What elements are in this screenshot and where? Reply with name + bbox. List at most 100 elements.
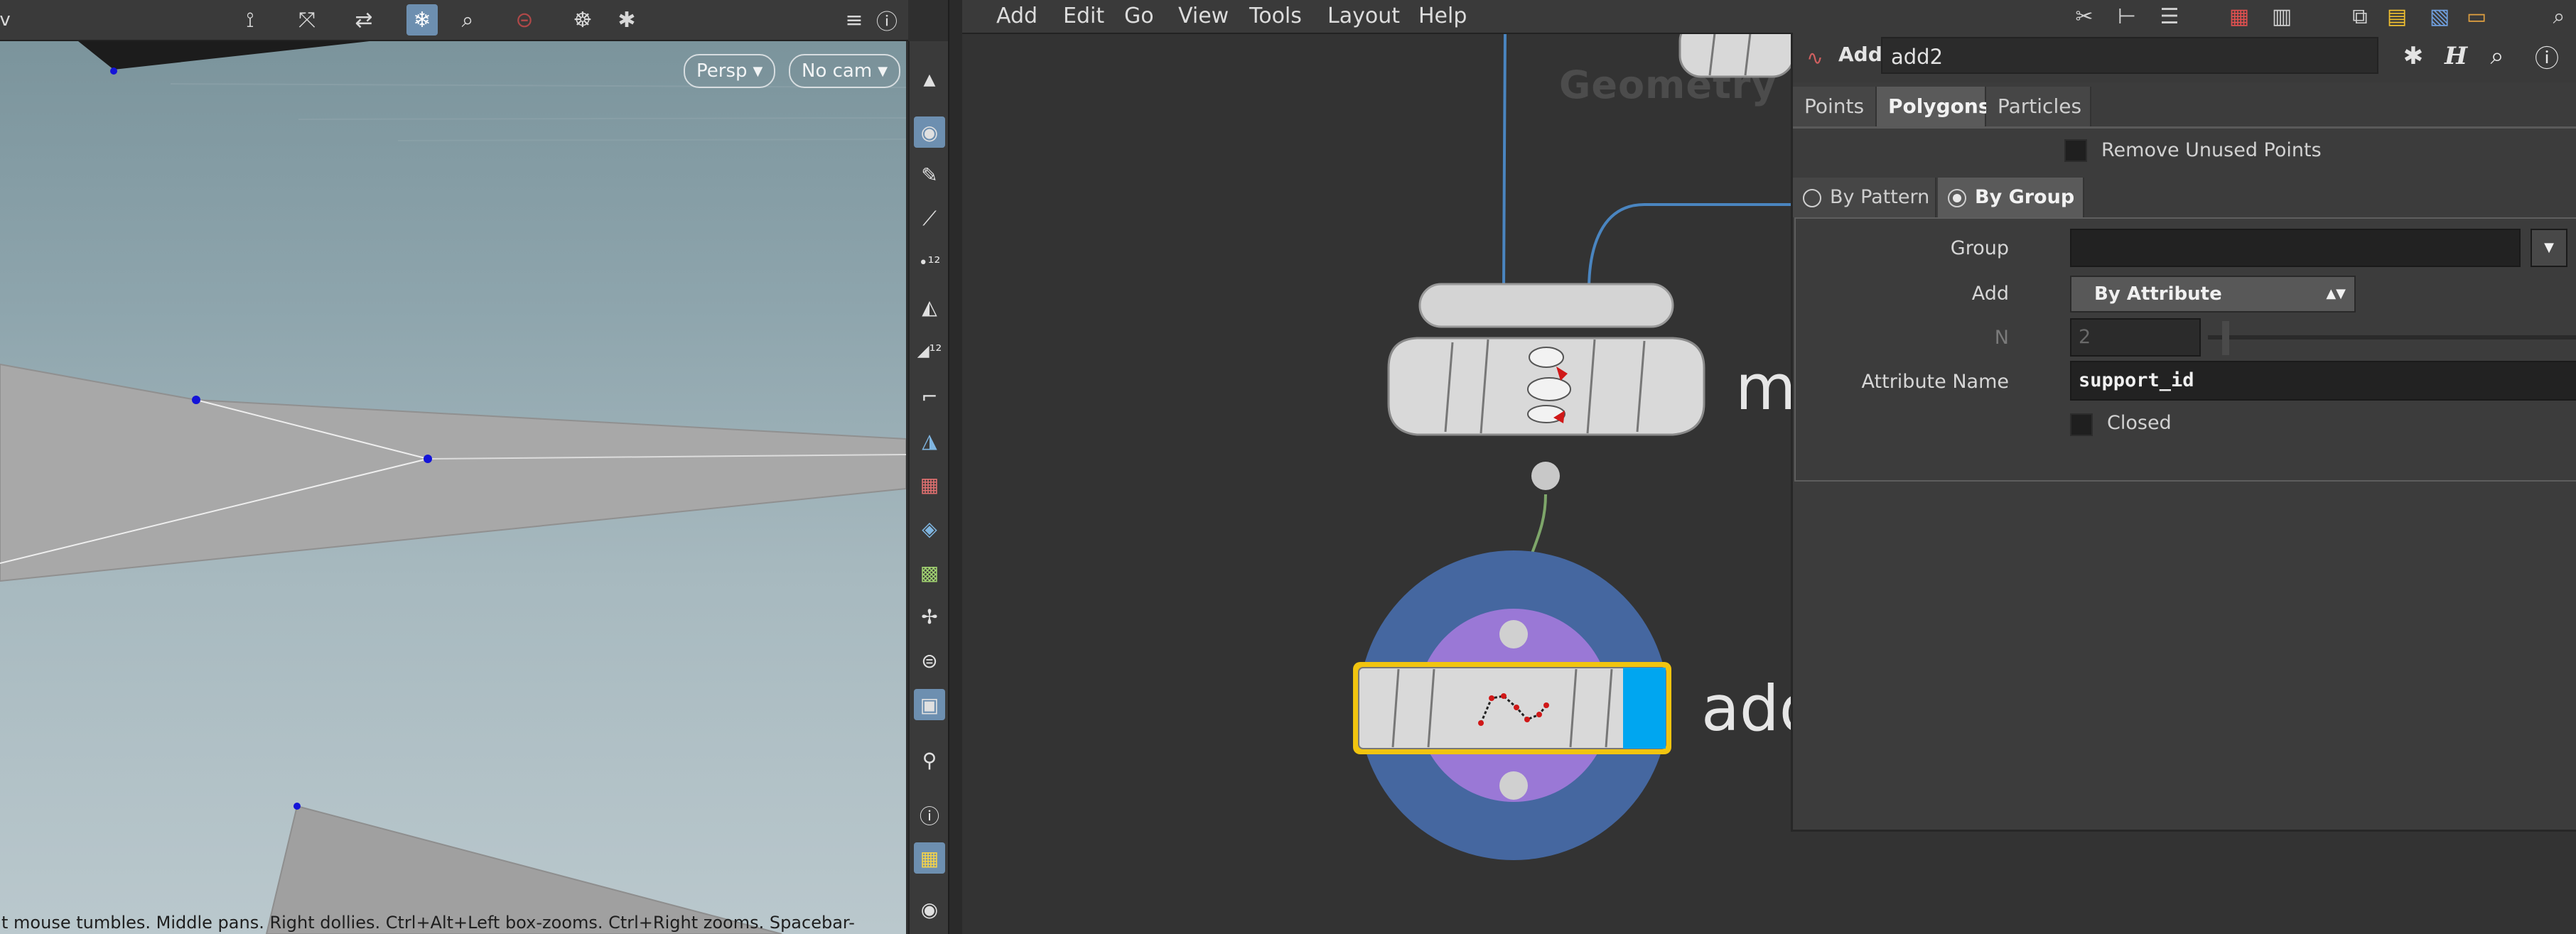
main-polygon bbox=[0, 363, 906, 582]
menu-add[interactable]: Add bbox=[996, 0, 1038, 33]
remove-unused-points-label: Remove Unused Points bbox=[2101, 139, 2322, 161]
gear-icon[interactable]: ✱ bbox=[2398, 41, 2428, 71]
texture-icon[interactable]: ▦ bbox=[914, 469, 945, 500]
menu-go[interactable]: Go bbox=[1124, 0, 1154, 33]
location-icon[interactable]: ⚲ bbox=[914, 744, 945, 776]
n-label: N bbox=[1994, 327, 2009, 349]
node-name-field[interactable]: add2 bbox=[1881, 37, 2378, 74]
tree-icon[interactable]: ⊢ bbox=[2113, 3, 2140, 30]
add-mode-label: Add bbox=[1971, 283, 2009, 305]
remove-unused-points-checkbox[interactable] bbox=[2064, 139, 2087, 162]
menu-edit[interactable]: Edit bbox=[1063, 0, 1104, 33]
param-header: ∿ Add add2 ✱ H ⌕ ⓘ bbox=[1793, 33, 2576, 82]
angle-icon[interactable]: ⌐ bbox=[914, 381, 945, 412]
by-pattern-label: By Pattern bbox=[1830, 186, 1930, 208]
by-group-section: Group ▼ Add By Attribute ▲▼ N 2 Attribut… bbox=[1794, 217, 2576, 482]
pose-tool-icon[interactable]: ⤧ bbox=[291, 4, 323, 36]
handle-tool-icon[interactable]: ⟟ bbox=[235, 4, 266, 36]
menu-tools[interactable]: Tools bbox=[1249, 0, 1302, 33]
wire-blue bbox=[1502, 34, 1507, 290]
attribute-name-field[interactable]: support_id bbox=[2070, 361, 2576, 401]
search-icon[interactable]: ⌕ bbox=[2482, 41, 2512, 71]
merge-icon bbox=[1529, 347, 1564, 368]
add-mode-dropdown[interactable]: By Attribute ▲▼ bbox=[2070, 276, 2356, 313]
group-label: Group bbox=[1950, 237, 2009, 259]
snapshot-icon[interactable]: ▣ bbox=[914, 689, 945, 720]
tools-icon[interactable]: ✂ bbox=[2071, 3, 2098, 30]
geometry-point bbox=[110, 67, 117, 75]
grid-icon[interactable]: ▥ bbox=[2268, 3, 2295, 30]
geometry-point bbox=[424, 455, 432, 463]
view-icon[interactable]: ⌕ bbox=[452, 4, 483, 36]
menu-edge-icon[interactable]: v bbox=[0, 4, 11, 36]
by-pattern-tab[interactable]: By Pattern bbox=[1793, 178, 1936, 217]
menu-layout[interactable]: Layout bbox=[1327, 0, 1400, 33]
network-menu-bar: Add Edit Go View Tools Layout Help ✂ ⊢ ☰… bbox=[962, 0, 2576, 34]
scroll-up-icon[interactable]: ▲ bbox=[914, 64, 945, 95]
snapping-icon[interactable]: ❄ bbox=[406, 4, 438, 36]
add-node-type-icon[interactable]: ∿ bbox=[1800, 43, 1830, 72]
layers-icon[interactable]: ⊜ bbox=[914, 645, 945, 676]
info-icon[interactable]: ⓘ bbox=[2532, 41, 2562, 73]
grid-icon[interactable]: ▦ bbox=[914, 842, 945, 874]
select-points-icon[interactable]: ◉ bbox=[914, 116, 945, 148]
image-icon[interactable]: ▧ bbox=[2426, 3, 2453, 30]
viewport-geometry bbox=[0, 41, 906, 934]
search-icon[interactable]: ⌕ bbox=[2545, 3, 2572, 30]
houdini-help-icon[interactable]: H bbox=[2441, 41, 2471, 71]
tab-particles[interactable]: Particles bbox=[1986, 87, 2091, 126]
node-type-label: Add bbox=[1838, 43, 1882, 66]
parameter-panel: ∿ Add add2 ✱ H ⌕ ⓘ Points Polygons Parti… bbox=[1791, 33, 2576, 832]
n-slider-track bbox=[2208, 335, 2576, 340]
menu-help[interactable]: Help bbox=[1418, 0, 1467, 33]
network-icon[interactable]: ⧉ bbox=[2346, 3, 2373, 30]
point-number-icon[interactable]: •¹² bbox=[914, 247, 945, 278]
camera-select-button[interactable]: No cam ▼ bbox=[789, 54, 901, 88]
tab-points[interactable]: Points bbox=[1793, 87, 1877, 126]
info-icon[interactable]: ⓘ bbox=[914, 800, 945, 831]
pin-icon[interactable]: ⟋ bbox=[914, 203, 945, 234]
add-node bbox=[1353, 550, 1671, 860]
chevron-down-icon: ▼ bbox=[878, 63, 888, 79]
transform-tool-icon[interactable]: ⇄ bbox=[348, 4, 379, 36]
param-tabs: Points Polygons Particles bbox=[1793, 87, 2576, 129]
menu-view[interactable]: View bbox=[1178, 0, 1229, 33]
updown-arrow-icon: ▲▼ bbox=[2326, 286, 2346, 301]
paint-icon[interactable]: ◭ bbox=[914, 291, 945, 322]
toolbar-options-icon[interactable]: ≡ bbox=[839, 4, 870, 36]
geometry-point bbox=[192, 396, 200, 404]
geometry-icon[interactable]: ◈ bbox=[914, 513, 945, 544]
tab-polygons[interactable]: Polygons bbox=[1877, 87, 1990, 126]
pane-divider[interactable] bbox=[948, 0, 964, 934]
pivot-icon[interactable]: ✢ bbox=[914, 601, 945, 632]
help-icon[interactable]: ⓘ bbox=[871, 4, 902, 36]
display-options-icon[interactable]: ✱ bbox=[611, 4, 642, 36]
group-field[interactable] bbox=[2070, 229, 2521, 267]
n-field: 2 bbox=[2070, 318, 2201, 357]
no-entry-icon[interactable]: ⊝ bbox=[509, 4, 540, 36]
prim-number-icon[interactable]: ◢¹² bbox=[914, 335, 945, 366]
viewport-status-text: t mouse tumbles. Middle pans. Right doll… bbox=[1, 913, 855, 933]
box-icon[interactable]: ▭ bbox=[2463, 3, 2490, 30]
render-icon[interactable]: ☸ bbox=[567, 4, 598, 36]
attribute-name-label: Attribute Name bbox=[1861, 371, 2009, 393]
camera-persp-button[interactable]: Persp ▼ bbox=[684, 54, 776, 88]
by-group-tab[interactable]: By Group bbox=[1938, 178, 2084, 217]
camera-persp-label: Persp bbox=[696, 60, 748, 82]
viewport-side-toolbar: ▲ ◉ ✎ ⟋ •¹² ◭ ◢¹² ⌐ ◮ ▦ ◈ ▩ ✢ ⊜ ▣ ⚲ ⓘ ▦ … bbox=[908, 41, 949, 934]
merge-node-name: m bbox=[1735, 351, 1796, 424]
sticky-note-icon[interactable]: ▤ bbox=[2383, 3, 2410, 30]
edit-icon[interactable]: ✎ bbox=[914, 159, 945, 190]
color-palette-icon[interactable]: ▦ bbox=[2226, 3, 2253, 30]
uv-icon[interactable]: ▩ bbox=[914, 557, 945, 588]
scene-viewport[interactable]: Persp ▼ No cam ▼ t mouse tumbles. Middle… bbox=[0, 41, 906, 934]
camera-select-label: No cam bbox=[802, 60, 873, 82]
eye-icon[interactable]: ◉ bbox=[914, 894, 945, 925]
closed-checkbox[interactable] bbox=[2070, 413, 2093, 436]
list-icon[interactable]: ☰ bbox=[2156, 3, 2183, 30]
chevron-down-icon: ▼ bbox=[753, 63, 763, 79]
group-selector-button[interactable]: ▼ bbox=[2531, 229, 2567, 267]
top-polygon bbox=[78, 41, 370, 70]
brush-icon[interactable]: ◮ bbox=[914, 425, 945, 456]
by-group-label: By Group bbox=[1975, 186, 2075, 208]
